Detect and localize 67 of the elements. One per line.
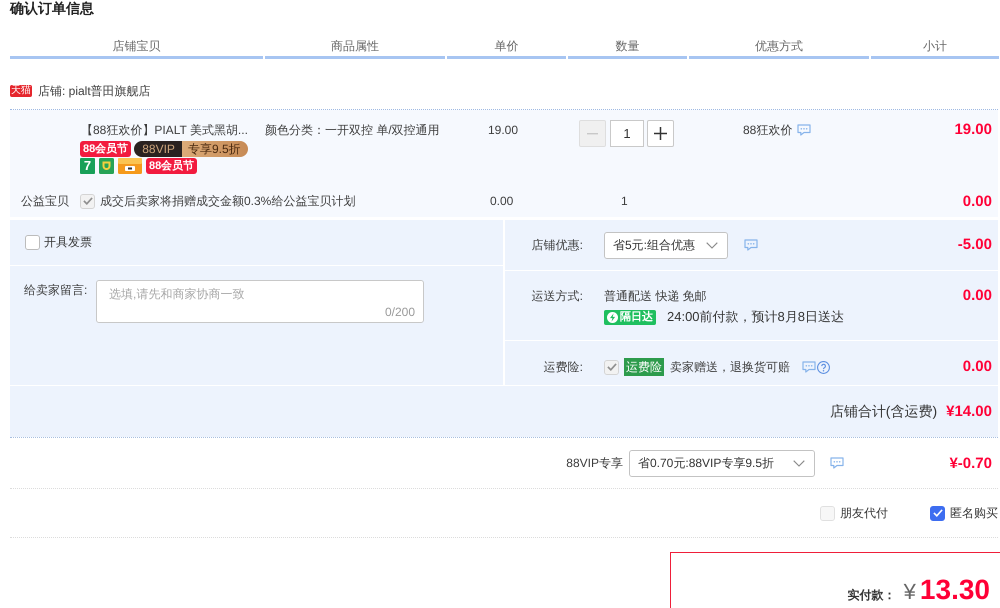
subtotal: 0.00 (962, 192, 992, 210)
vip-discount-amount: ¥-0.70 (948, 454, 992, 472)
shipping-label: 运送方式: (530, 288, 583, 304)
insurance-amount: 0.00 (962, 359, 992, 375)
minus-icon (587, 132, 598, 134)
delivery-badge-text: 隔日达 (620, 310, 653, 324)
invoice-checkbox[interactable] (25, 235, 40, 250)
check-icon (82, 197, 92, 205)
chat-icon[interactable] (744, 239, 758, 251)
check-icon (606, 363, 616, 371)
shipping-amount: 0.00 (962, 288, 992, 304)
invoice-label: 开具发票 (44, 234, 92, 251)
delivery-note: 24:00前付款，预计8月8日送达 (667, 308, 844, 326)
vip-tag: 88VIP (134, 141, 182, 157)
caret-icon (793, 460, 805, 466)
insurance-tag: 运费险 (624, 358, 664, 376)
option-label: 匿名购买 (950, 504, 998, 522)
payment-amount: 13.30 (920, 574, 990, 606)
message-label: 给卖家留言: (24, 282, 88, 298)
chat-icon[interactable] (802, 361, 816, 373)
column-header: 店铺宝贝 (10, 37, 263, 59)
payment-label: 实付款： (848, 587, 896, 604)
page-title: 确认订单信息 (8, 0, 95, 17)
column-header: 小计 (871, 37, 999, 59)
promotion-name: 88狂欢价 (743, 122, 792, 138)
shop-name[interactable]: 店铺: pialt普田旗舰店 (38, 82, 151, 100)
unit-price: 19.00 (488, 123, 518, 137)
discount-select[interactable]: 省5元:组合优惠 (604, 232, 728, 258)
chat-icon[interactable] (830, 457, 844, 469)
shop-total-label: 店铺合计(含运费) (830, 402, 938, 420)
vip-discount-select[interactable]: 省0.70元:88VIP专享9.5折 (629, 450, 815, 476)
character-counter: 0/200 (384, 305, 415, 319)
shop-discount-label: 店铺优惠: (530, 237, 583, 253)
option-checkbox[interactable] (930, 506, 945, 520)
caret-icon (706, 242, 718, 248)
quantity-field[interactable]: 1 (610, 120, 644, 147)
increase-button[interactable] (647, 120, 674, 147)
discount-tag: 专享9.5折 (182, 141, 248, 157)
column-header: 优惠方式 (689, 37, 869, 59)
check-icon (932, 509, 942, 517)
option-label: 朋友代付 (840, 504, 888, 522)
shop-logo: 天猫 (10, 85, 32, 97)
column-header: 数量 (568, 37, 687, 59)
shipping-method: 普通配送 快递 免邮 (604, 288, 708, 304)
shop-total-amount: ¥14.00 (946, 403, 992, 420)
product-attributes: 颜色分类：一开双控 单/双控通用 (265, 123, 440, 137)
insurance-description: 卖家赠送，退换货可赔 (670, 358, 790, 376)
quantity-text: 1 (621, 194, 628, 208)
shield-icon (99, 158, 114, 174)
help-icon[interactable] (817, 360, 830, 374)
charity-description: 成交后卖家将捐赠成交金额0.3%给公益宝贝计划 (100, 192, 356, 210)
chat-icon[interactable] (797, 124, 812, 136)
charity-label: 公益宝贝 (21, 192, 69, 210)
vip-discount-label: 88VIP专享 (566, 454, 623, 472)
insurance-label: 运费险: (542, 359, 583, 375)
card-icon (118, 158, 142, 174)
unit-price: 0.00 (490, 194, 514, 208)
discount-amount: -5.00 (958, 237, 992, 253)
column-header: 单价 (447, 37, 566, 59)
festival-badge: 88会员节 (80, 141, 132, 157)
subtotal: 19.00 (954, 121, 992, 138)
plus-icon (654, 127, 667, 140)
column-header: 商品属性 (265, 37, 445, 59)
number-badge: 7 (80, 158, 95, 174)
festival-badge: 88会员节 (146, 158, 198, 174)
product-title[interactable]: 【88狂欢价】PIALT 美式黑胡... (80, 122, 263, 138)
currency-symbol: ¥ (904, 579, 916, 605)
